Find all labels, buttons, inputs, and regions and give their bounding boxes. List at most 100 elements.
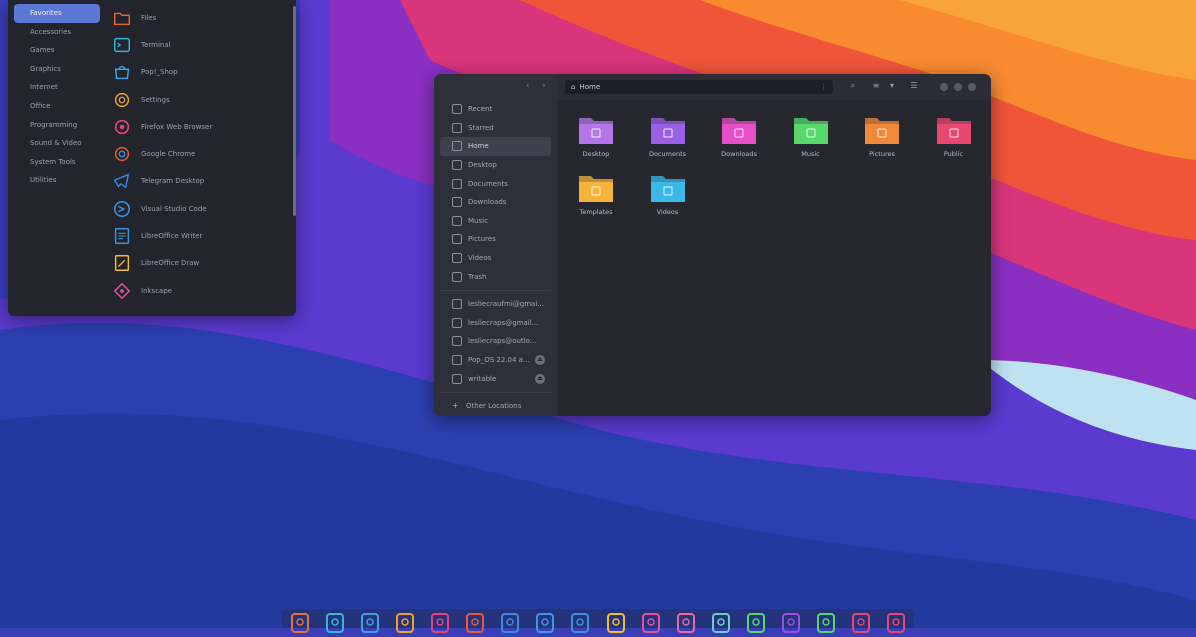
dock-item-firefox[interactable] (429, 611, 451, 633)
category-system-tools[interactable]: System Tools (14, 153, 100, 172)
sidebar-item-trash[interactable]: Trash (440, 267, 551, 286)
category-label: Programming (30, 120, 78, 129)
dock (282, 609, 914, 633)
dock-item-chrome[interactable] (464, 611, 486, 633)
folder-label: Videos (656, 208, 679, 216)
dock-item-monitor[interactable] (710, 611, 732, 633)
more-icon[interactable]: ⋮ (820, 80, 827, 94)
back-button[interactable]: ‹ (526, 81, 530, 91)
app-label: Google Chrome (141, 150, 196, 159)
dock-item-app[interactable] (780, 611, 802, 633)
app-item-google-chrome[interactable]: Google Chrome (112, 140, 288, 167)
app-label: Visual Studio Code (141, 204, 207, 213)
menu-icon[interactable]: ☰ (909, 81, 919, 91)
path-bar[interactable]: ⌂ Home ⋮ (565, 80, 833, 94)
dock-item-store[interactable] (850, 611, 872, 633)
sidebar-item-videos[interactable]: Videos (440, 249, 551, 268)
sidebar-item-downloads[interactable]: Downloads (440, 193, 551, 212)
app-item-files[interactable]: Files (112, 4, 288, 31)
folder-public[interactable]: Public (924, 114, 984, 158)
category-graphics[interactable]: Graphics (14, 60, 100, 79)
sidebar-item-documents[interactable]: Documents (440, 174, 551, 193)
category-office[interactable]: Office (14, 97, 100, 116)
folder-icon (650, 118, 685, 144)
dock-item-vscode[interactable] (534, 611, 556, 633)
app-list: Files Terminal Pop!_Shop Settings Firefox We… (112, 4, 288, 304)
app-item-libreoffice-draw[interactable]: LibreOffice Draw (112, 250, 288, 277)
app-item-inkscape[interactable]: Inkscape (112, 277, 288, 304)
category-internet[interactable]: Internet (14, 78, 100, 97)
dock-item-terminal[interactable] (324, 611, 346, 633)
eject-icon[interactable]: ⏏ (535, 355, 545, 366)
sidebar-account-lesliecraps-outlo[interactable]: lesliecraps@outlo... (440, 332, 551, 351)
app-item-firefox-web-browser[interactable]: Firefox Web Browser (112, 113, 288, 140)
forward-button[interactable]: › (542, 81, 546, 91)
sidebar-item-other-locations[interactable]: + Other Locations (440, 397, 551, 416)
dock-item-inkscape[interactable] (640, 611, 662, 633)
view-toggle-icon[interactable]: ≡ (871, 81, 881, 91)
folder-videos[interactable]: Videos (638, 172, 698, 216)
dock-item-gear[interactable] (394, 611, 416, 633)
folder-desktop[interactable]: Desktop (566, 114, 626, 158)
folder-icon (936, 118, 971, 144)
dock-item-store2[interactable] (885, 611, 907, 633)
sidebar-item-label: Music (468, 216, 488, 225)
app-item-libreoffice-writer[interactable]: LibreOffice Writer (112, 222, 288, 249)
dock-item-draw[interactable] (605, 611, 627, 633)
sidebar-item-starred[interactable]: Starred (440, 119, 551, 138)
sidebar-account-writable[interactable]: writable ⏏ (440, 369, 551, 388)
sidebar-item-home[interactable]: Home (440, 137, 551, 156)
app-item-pop-shop[interactable]: Pop!_Shop (112, 59, 288, 86)
puzzle-icon (817, 613, 836, 633)
dock-item-chat[interactable] (745, 611, 767, 633)
sidebar-item-label: lesliecraps@outlo... (468, 337, 537, 346)
folder-pictures[interactable]: Pictures (852, 114, 912, 158)
sidebar-item-desktop[interactable]: Desktop (440, 156, 551, 175)
eject-icon[interactable]: ⏏ (535, 373, 545, 384)
category-programming[interactable]: Programming (14, 116, 100, 135)
dock-item-shop[interactable] (359, 611, 381, 633)
category-utilities[interactable]: Utilities (14, 171, 100, 190)
category-accessories[interactable]: Accessories (14, 23, 100, 42)
category-label: Sound & Video (30, 139, 82, 148)
app-item-visual-studio-code[interactable]: Visual Studio Code (112, 195, 288, 222)
sidebar-item-label: Downloads (468, 198, 507, 207)
folder-downloads[interactable]: Downloads (709, 114, 769, 158)
sidebar-item-label: Starred (468, 123, 494, 132)
search-icon[interactable]: ⌕ (848, 81, 858, 91)
dock-item-puzzle[interactable] (815, 611, 837, 633)
app-item-settings[interactable]: Settings (112, 86, 288, 113)
dock-item-image[interactable] (675, 611, 697, 633)
dock-item-telegram[interactable] (499, 611, 521, 633)
app-menu-scrollbar[interactable] (293, 6, 296, 216)
draw-icon (606, 613, 625, 633)
dock-item-folder[interactable] (289, 611, 311, 633)
folder-icon (722, 118, 756, 144)
sidebar-account-lesliecraufmi-gmai[interactable]: lesliecraufmi@gmai... (440, 295, 551, 314)
app-label: LibreOffice Draw (141, 259, 200, 268)
category-games[interactable]: Games (14, 41, 100, 60)
folder-templates[interactable]: Templates (566, 172, 626, 216)
chevron-down-icon[interactable]: ▾ (887, 81, 897, 91)
maximize-button[interactable] (954, 83, 962, 91)
close-button[interactable] (968, 83, 976, 91)
category-sound-video[interactable]: Sound & Video (14, 134, 100, 153)
category-favorites[interactable]: Favorites (14, 4, 100, 23)
category-label: Games (30, 46, 55, 55)
sidebar-account-lesliecraps-gmail[interactable]: lesliecraps@gmail... (440, 314, 551, 333)
category-label: Accessories (30, 27, 72, 36)
file-manager-header: ⌂ Home ⋮ ⌕ ≡ ▾ ☰ (557, 74, 991, 100)
chrome-icon (114, 147, 130, 162)
sidebar-item-recent[interactable]: Recent (440, 100, 551, 119)
dock-item-writer[interactable] (569, 611, 591, 633)
app-item-telegram-desktop[interactable]: Telegram Desktop (112, 168, 288, 195)
sidebar-account-pop-os-22-04-a[interactable]: Pop_OS 22.04 a... ⏏ (440, 351, 551, 370)
minimize-button[interactable] (940, 83, 948, 91)
folder-music[interactable]: Music (781, 114, 841, 158)
draw-icon (114, 255, 130, 272)
sidebar-item-label: Recent (468, 105, 493, 114)
sidebar-item-music[interactable]: Music (440, 212, 551, 231)
folder-documents[interactable]: Documents (638, 114, 698, 158)
app-item-terminal[interactable]: Terminal (112, 31, 288, 58)
sidebar-item-pictures[interactable]: Pictures (440, 230, 551, 249)
